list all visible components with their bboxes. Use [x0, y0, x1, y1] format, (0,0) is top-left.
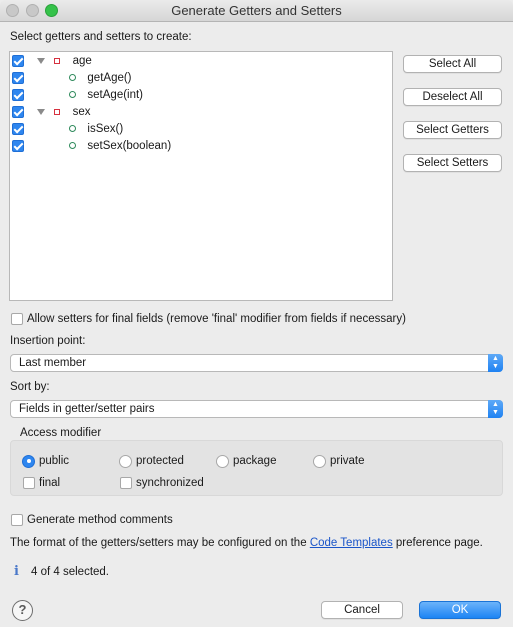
tree-row-setSex[interactable]: setSex(boolean): [12, 138, 171, 154]
templates-info-text: The format of the getters/setters may be…: [10, 537, 483, 549]
radio-protected[interactable]: protected: [119, 454, 184, 468]
ok-button[interactable]: OK: [419, 601, 501, 619]
expand-twisty-icon[interactable]: [37, 109, 46, 115]
synchronized-label: synchronized: [136, 477, 204, 489]
insertion-point-select[interactable]: Last member ▲ ▼: [10, 354, 503, 372]
sort-by-value: Fields in getter/setter pairs: [19, 403, 155, 415]
chevron-updown-icon: ▲ ▼: [488, 354, 503, 372]
tree-row-label: getAge(): [87, 72, 132, 84]
checkbox-age[interactable]: [12, 54, 24, 67]
field-icon: [54, 58, 61, 64]
checkbox-setSex[interactable]: [12, 139, 24, 152]
tree-row-label: sex: [72, 106, 91, 118]
generate-comments-option[interactable]: Generate method comments: [11, 513, 173, 527]
tree-label: Select getters and setters to create:: [10, 31, 192, 43]
checkbox-sex[interactable]: [12, 105, 24, 118]
radio-private-button[interactable]: [313, 454, 326, 468]
templates-info-prefix: The format of the getters/setters may be…: [10, 537, 310, 549]
field-icon: [54, 109, 61, 115]
insertion-point-label: Insertion point:: [10, 335, 86, 347]
radio-package-label: package: [233, 455, 277, 467]
generate-comments-checkbox[interactable]: [11, 514, 23, 526]
tree-row-label: setSex(boolean): [87, 140, 172, 152]
synchronized-checkbox[interactable]: [120, 477, 132, 489]
chevron-updown-icon: ▲ ▼: [488, 400, 503, 418]
sort-by-label: Sort by:: [10, 381, 50, 393]
radio-public-label: public: [39, 455, 70, 467]
help-icon[interactable]: ?: [12, 600, 33, 621]
final-checkbox[interactable]: [23, 477, 35, 489]
radio-package[interactable]: package: [216, 454, 276, 468]
tree-row-getAge[interactable]: getAge(): [12, 70, 132, 86]
radio-protected-label: protected: [136, 455, 184, 467]
window-title: Generate Getters and Setters: [171, 3, 342, 18]
select-setters-button[interactable]: Select Setters: [403, 154, 502, 172]
final-option[interactable]: final: [23, 476, 60, 490]
deselect-all-button[interactable]: Deselect All: [403, 88, 502, 106]
cancel-button[interactable]: Cancel: [321, 601, 403, 619]
select-getters-button[interactable]: Select Getters: [403, 121, 502, 139]
checkbox-getAge[interactable]: [12, 71, 24, 84]
title-bar: Generate Getters and Setters: [0, 0, 513, 22]
tree-row-label: isSex(): [87, 123, 124, 135]
tree-row-sex[interactable]: sex: [12, 104, 91, 120]
insertion-point-value: Last member: [19, 357, 87, 369]
code-templates-link[interactable]: Code Templates: [310, 537, 393, 549]
templates-info-suffix: preference page.: [392, 537, 483, 549]
members-tree[interactable]: age getAge() setAge(int) sex isSex() set…: [9, 51, 393, 301]
selection-status: 4 of 4 selected.: [31, 566, 109, 578]
final-label: final: [39, 477, 61, 489]
access-modifier-group: public protected package private final s…: [10, 440, 503, 496]
allow-final-setters-checkbox[interactable]: [11, 313, 23, 325]
method-icon: [69, 91, 77, 98]
generate-comments-label: Generate method comments: [27, 514, 173, 526]
method-icon: [69, 125, 77, 132]
tree-row-setAge[interactable]: setAge(int): [12, 87, 143, 103]
allow-final-setters-option[interactable]: Allow setters for final fields (remove '…: [11, 312, 406, 326]
synchronized-option[interactable]: synchronized: [120, 476, 204, 490]
access-modifier-label: Access modifier: [20, 427, 102, 439]
radio-private[interactable]: private: [313, 454, 365, 468]
allow-final-setters-label: Allow setters for final fields (remove '…: [27, 313, 406, 325]
tree-row-isSex[interactable]: isSex(): [12, 121, 123, 137]
checkbox-isSex[interactable]: [12, 122, 24, 135]
tree-row-label: age: [72, 55, 92, 67]
method-icon: [69, 74, 77, 81]
sort-by-select[interactable]: Fields in getter/setter pairs ▲ ▼: [10, 400, 503, 418]
radio-private-label: private: [330, 455, 365, 467]
radio-public-button[interactable]: [22, 454, 35, 468]
tree-row-age[interactable]: age: [12, 53, 92, 69]
checkbox-setAge[interactable]: [12, 88, 24, 101]
radio-public[interactable]: public: [22, 454, 69, 468]
expand-twisty-icon[interactable]: [37, 58, 46, 64]
select-all-button[interactable]: Select All: [403, 55, 502, 73]
info-icon: i: [14, 564, 19, 579]
method-icon: [69, 142, 77, 149]
tree-row-label: setAge(int): [87, 89, 144, 101]
radio-protected-button[interactable]: [119, 454, 132, 468]
radio-package-button[interactable]: [216, 454, 229, 468]
